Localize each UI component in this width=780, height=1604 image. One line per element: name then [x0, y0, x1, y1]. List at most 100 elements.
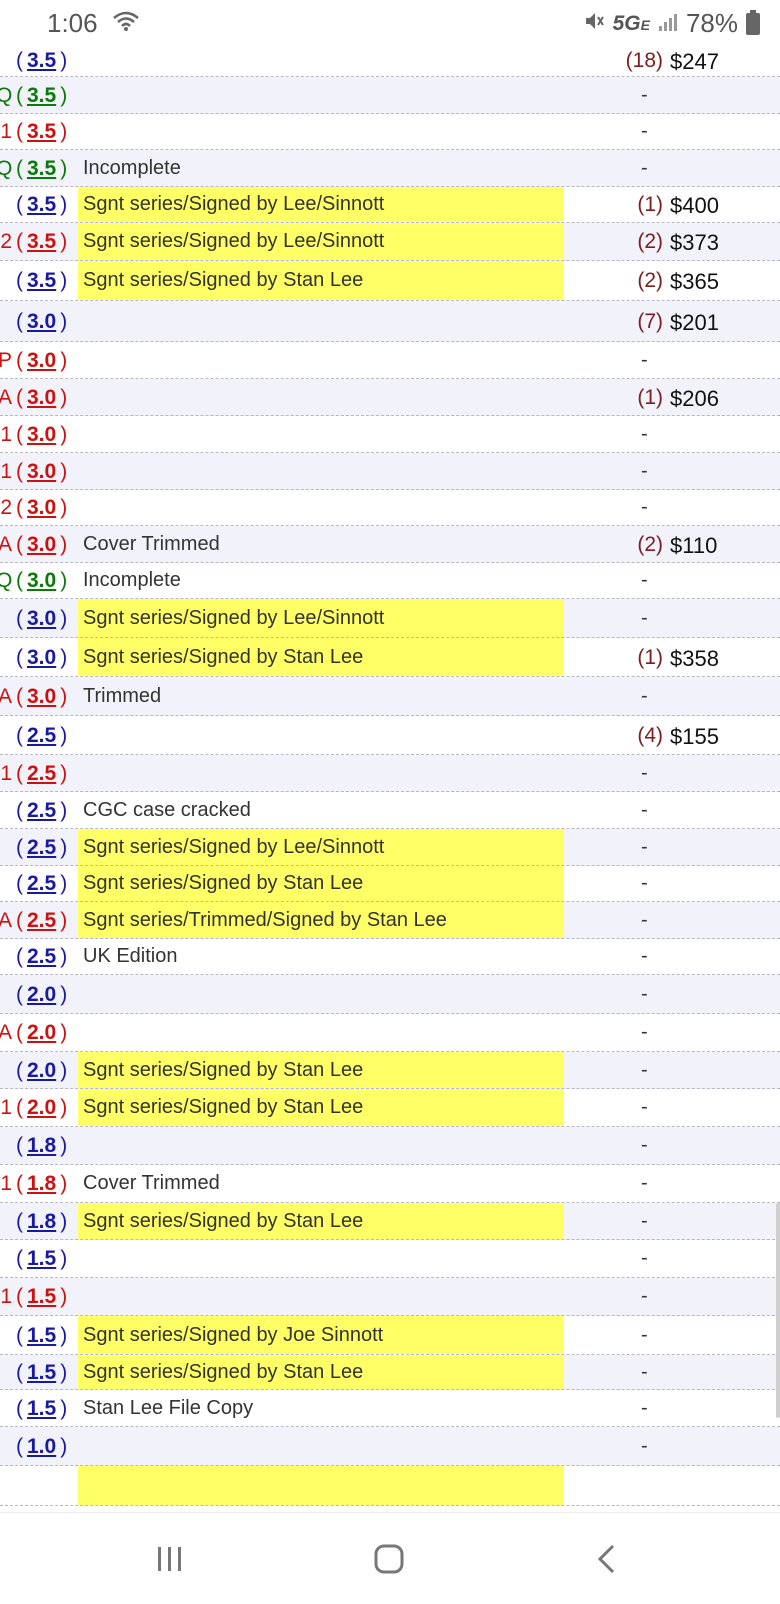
grade-link[interactable]: (3.0) — [16, 496, 67, 520]
sale-count[interactable]: (18) — [626, 49, 663, 73]
grade-value[interactable]: 3.0 — [23, 310, 60, 333]
grade-link[interactable]: (3.0) — [16, 646, 67, 670]
grade-value[interactable]: 2.5 — [23, 762, 60, 785]
grade-link[interactable]: (2.5) — [16, 762, 67, 786]
grade-link[interactable]: (3.5) — [16, 157, 67, 181]
grade-value[interactable]: 2.0 — [23, 1059, 60, 1082]
grade-link[interactable]: (1.5) — [16, 1247, 67, 1271]
grade-link[interactable]: (2.0) — [16, 1021, 67, 1045]
grade-link[interactable]: (2.0) — [16, 1059, 67, 1083]
grade-value[interactable]: 3.0 — [23, 423, 60, 446]
sale-price[interactable]: $206 — [670, 386, 719, 412]
grade-value[interactable]: 3.0 — [23, 569, 60, 592]
grade-link[interactable]: (1.5) — [16, 1361, 67, 1385]
grade-link[interactable]: (1.0) — [16, 1435, 67, 1459]
sale-count[interactable]: (2) — [637, 269, 663, 293]
grade-link[interactable]: (1.5) — [16, 1285, 67, 1309]
grade-link[interactable]: (3.0) — [16, 685, 67, 709]
sale-price[interactable]: $365 — [670, 269, 719, 295]
grade-link[interactable]: (1.5) — [16, 1324, 67, 1348]
sale-price[interactable]: $247 — [670, 49, 719, 75]
grade-link[interactable]: (1.8) — [16, 1210, 67, 1234]
grade-link[interactable]: (1.8) — [16, 1172, 67, 1196]
no-sales-dash: - — [641, 685, 648, 707]
recents-icon[interactable] — [150, 1537, 190, 1581]
sale-price[interactable]: $110 — [670, 533, 717, 559]
grade-value[interactable]: 3.0 — [23, 349, 60, 372]
back-icon[interactable] — [587, 1537, 627, 1581]
grade-link[interactable]: (3.5) — [16, 193, 67, 217]
grade-value[interactable]: 1.8 — [23, 1172, 60, 1195]
sale-count[interactable]: (2) — [637, 533, 663, 557]
grade-value[interactable]: 2.5 — [23, 799, 60, 822]
grade-value[interactable]: 3.5 — [23, 84, 60, 107]
sale-price[interactable]: $201 — [670, 310, 719, 336]
grade-prefix: A — [0, 685, 12, 708]
grade-value[interactable]: 1.5 — [23, 1285, 60, 1308]
grade-link[interactable]: (2.0) — [16, 1096, 67, 1120]
grade-value[interactable]: 1.5 — [23, 1397, 60, 1420]
grade-link[interactable]: (2.0) — [16, 983, 67, 1007]
sale-count[interactable]: (4) — [637, 724, 663, 748]
grade-link[interactable]: (3.0) — [16, 607, 67, 631]
grade-link[interactable]: (2.5) — [16, 945, 67, 969]
grade-value[interactable]: 3.0 — [23, 386, 60, 409]
scrollbar[interactable] — [776, 1203, 780, 1418]
grade-link[interactable]: (1.8) — [16, 1134, 67, 1158]
grade-link[interactable]: (2.5) — [16, 872, 67, 896]
grade-link[interactable]: (3.0) — [16, 349, 67, 373]
grade-link[interactable]: (2.5) — [16, 799, 67, 823]
grade-value[interactable]: 2.0 — [23, 1096, 60, 1119]
grade-value[interactable]: 3.5 — [23, 157, 60, 180]
grade-link[interactable]: (3.0) — [16, 423, 67, 447]
grade-value[interactable]: 2.5 — [23, 836, 60, 859]
grade-link[interactable]: (3.0) — [16, 310, 67, 334]
grade-value[interactable]: 2.5 — [23, 724, 60, 747]
grade-value[interactable]: 3.0 — [23, 496, 60, 519]
sale-price[interactable]: $155 — [670, 724, 719, 750]
home-icon[interactable] — [367, 1537, 411, 1581]
grade-value[interactable]: 1.8 — [23, 1210, 60, 1233]
grade-value[interactable]: 3.0 — [23, 607, 60, 630]
grade-value[interactable]: 1.5 — [23, 1361, 60, 1384]
grade-value[interactable]: 2.5 — [23, 945, 60, 968]
grade-link[interactable]: (3.5) — [16, 49, 67, 73]
grade-value[interactable]: 2.0 — [23, 1021, 60, 1044]
grade-value[interactable]: 3.5 — [23, 193, 60, 216]
sale-count[interactable]: (1) — [637, 193, 663, 217]
grade-link[interactable]: (2.5) — [16, 909, 67, 933]
grade-link[interactable]: (2.5) — [16, 724, 67, 748]
grade-value[interactable]: 2.5 — [23, 872, 60, 895]
grade-value[interactable]: 3.0 — [23, 533, 60, 556]
grade-link[interactable]: (3.0) — [16, 569, 67, 593]
grade-value[interactable]: 1.8 — [23, 1134, 60, 1157]
grade-value[interactable]: 2.5 — [23, 909, 60, 932]
grade-link[interactable]: (3.5) — [16, 269, 67, 293]
grade-value[interactable]: 2.0 — [23, 983, 60, 1006]
grade-link[interactable]: (3.5) — [16, 230, 67, 254]
grade-value[interactable]: 3.5 — [23, 230, 60, 253]
grade-value[interactable]: 3.5 — [23, 49, 60, 72]
sale-count[interactable]: (1) — [637, 386, 663, 410]
grade-link[interactable]: (3.0) — [16, 386, 67, 410]
sale-count[interactable]: (1) — [637, 646, 663, 670]
grade-value[interactable]: 3.0 — [23, 685, 60, 708]
sale-price[interactable]: $373 — [670, 230, 719, 256]
grade-value[interactable]: 3.0 — [23, 460, 60, 483]
grade-value[interactable]: 1.5 — [23, 1324, 60, 1347]
sale-price[interactable]: $400 — [670, 193, 719, 219]
grade-link[interactable]: (3.0) — [16, 533, 67, 557]
grade-value[interactable]: 3.5 — [23, 120, 60, 143]
grade-link[interactable]: (3.5) — [16, 84, 67, 108]
grade-value[interactable]: 3.5 — [23, 269, 60, 292]
grade-value[interactable]: 1.5 — [23, 1247, 60, 1270]
grade-link[interactable]: (2.5) — [16, 836, 67, 860]
grade-value[interactable]: 3.0 — [23, 646, 60, 669]
grade-link[interactable]: (3.0) — [16, 460, 67, 484]
grade-link[interactable]: (1.5) — [16, 1397, 67, 1421]
sale-count[interactable]: (7) — [637, 310, 663, 334]
grade-value[interactable]: 1.0 — [23, 1435, 60, 1458]
sale-price[interactable]: $358 — [670, 646, 719, 672]
sale-count[interactable]: (2) — [637, 230, 663, 254]
grade-link[interactable]: (3.5) — [16, 120, 67, 144]
